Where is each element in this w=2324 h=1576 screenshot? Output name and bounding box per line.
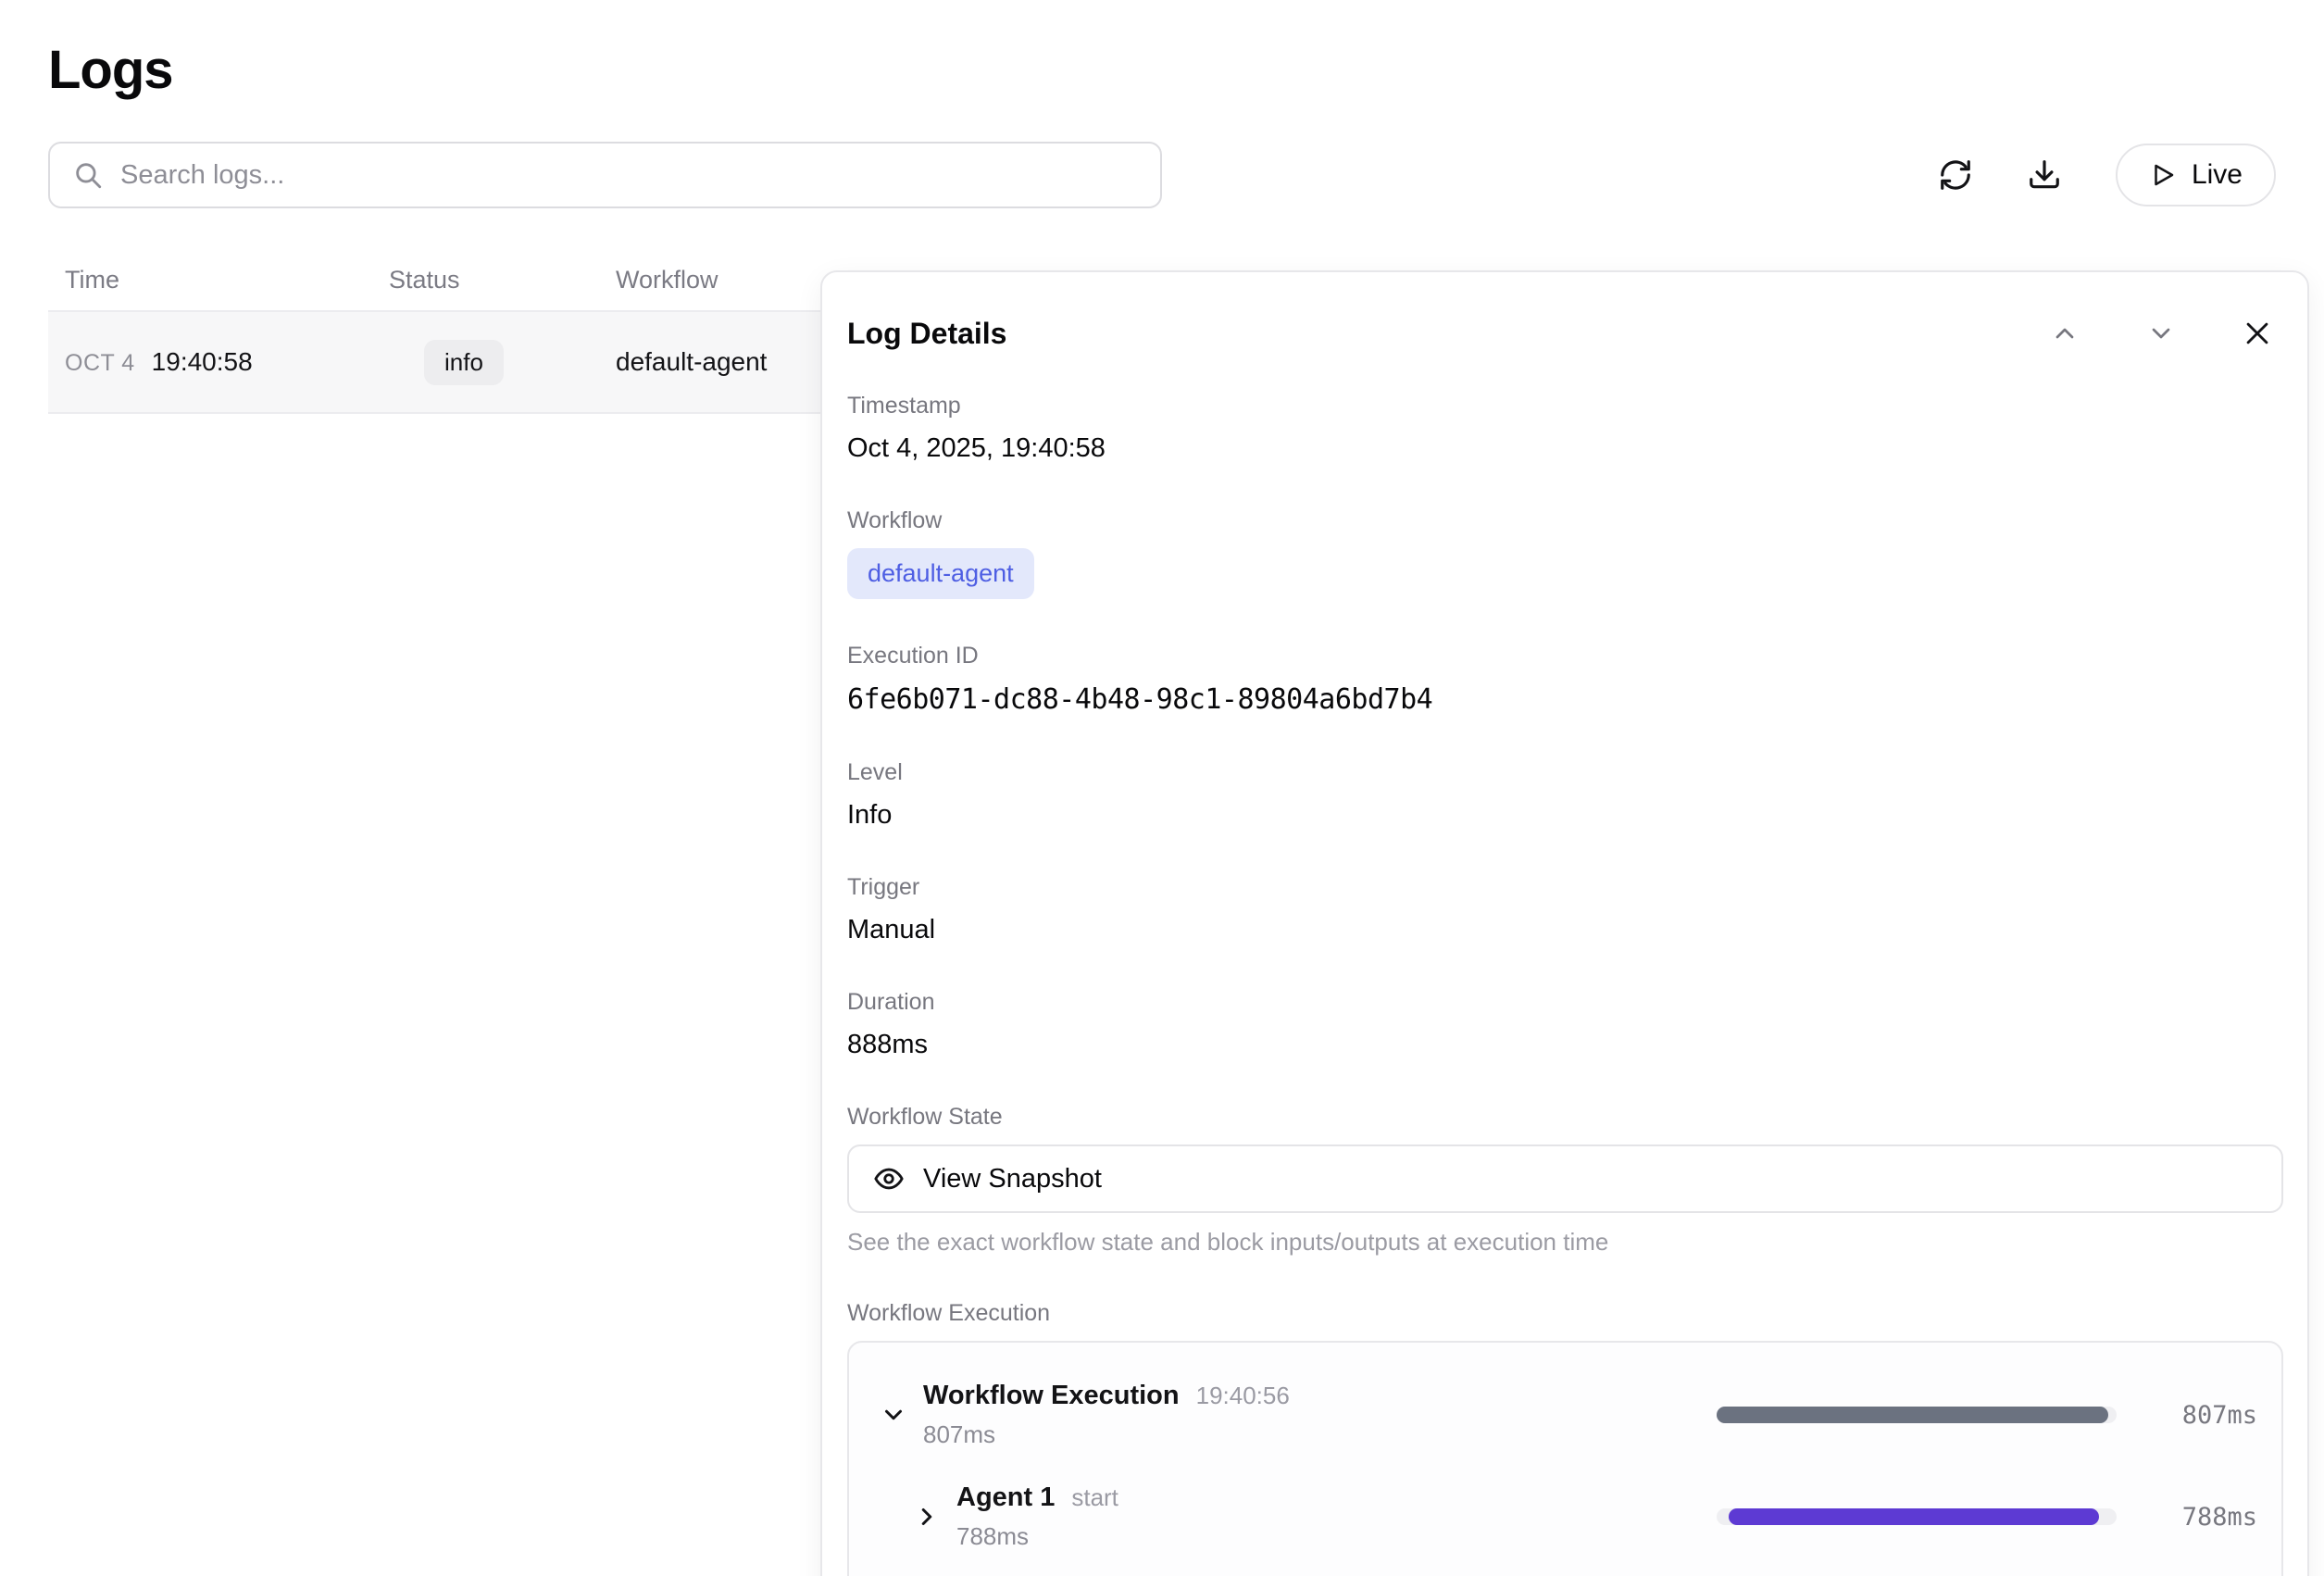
field-execution-id: Execution ID 6fe6b071-dc88-4b48-98c1-898…: [847, 643, 2283, 716]
field-label: Trigger: [847, 874, 2283, 901]
refresh-button[interactable]: [1925, 144, 1986, 206]
level-value: Info: [847, 800, 2283, 831]
close-icon: [2242, 318, 2273, 349]
execution-row-name: Workflow Execution: [923, 1381, 1180, 1411]
live-button-label: Live: [2192, 159, 2243, 191]
next-log-button[interactable]: [2135, 307, 2187, 359]
execution-row-name: Agent 1: [956, 1482, 1055, 1513]
field-label: Workflow: [847, 507, 2283, 534]
field-label: Workflow State: [847, 1104, 2283, 1131]
details-header-actions: [2039, 307, 2283, 359]
chevron-down-icon: [2146, 319, 2176, 348]
duration-value: 888ms: [847, 1030, 2283, 1060]
search-input[interactable]: [120, 160, 1138, 191]
execution-trace-box: Workflow Execution 19:40:56 807ms 807ms …: [847, 1341, 2283, 1576]
log-row-status-cell: info: [389, 340, 616, 385]
timeline-track: [1717, 1407, 2117, 1423]
status-badge: info: [424, 340, 504, 385]
field-workflow: Workflow default-agent: [847, 507, 2283, 599]
toolbar: Live: [48, 142, 2276, 208]
eye-icon: [873, 1163, 905, 1195]
collapse-chevron-down-icon[interactable]: [873, 1395, 914, 1435]
execution-row-info: Workflow Execution 19:40:56 807ms: [914, 1381, 1717, 1449]
timestamp-value: Oct 4, 2025, 19:40:58: [847, 433, 2283, 464]
workflow-state-help: See the exact workflow state and block i…: [847, 1228, 2283, 1257]
field-trigger: Trigger Manual: [847, 874, 2283, 945]
field-timestamp: Timestamp Oct 4, 2025, 19:40:58: [847, 393, 2283, 464]
execution-row-duration: 788ms: [956, 1522, 1717, 1551]
execution-row-workflow[interactable]: Workflow Execution 19:40:56 807ms 807ms: [873, 1370, 2257, 1459]
timeline-bar-workflow: [1717, 1407, 2108, 1423]
field-workflow-state: Workflow State View Snapshot See the exa…: [847, 1104, 2283, 1257]
workflow-badge[interactable]: default-agent: [847, 548, 1034, 599]
timeline-duration-label: 788ms: [2148, 1503, 2257, 1532]
timeline-duration-label: 807ms: [2148, 1401, 2257, 1430]
execution-row-info: Agent 1 start 788ms: [947, 1482, 1717, 1551]
field-duration: Duration 888ms: [847, 989, 2283, 1060]
expand-chevron-right-icon[interactable]: [906, 1496, 947, 1537]
search-icon: [72, 159, 104, 191]
download-button[interactable]: [2014, 144, 2075, 206]
log-row-time-cell: OCT 4 19:40:58: [65, 347, 389, 377]
page-title: Logs: [48, 39, 2276, 101]
details-header: Log Details: [847, 307, 2283, 359]
column-header-status: Status: [389, 266, 616, 294]
timeline-track: [1717, 1508, 2117, 1525]
workflow-execution-section: Workflow Execution Workflow Execution 19…: [847, 1300, 2283, 1576]
execution-row-tag: start: [1071, 1483, 1118, 1512]
field-level: Level Info: [847, 759, 2283, 831]
live-button[interactable]: Live: [2116, 144, 2276, 206]
execution-row-duration: 807ms: [923, 1420, 1717, 1449]
search-box[interactable]: [48, 142, 1162, 208]
close-button[interactable]: [2231, 307, 2283, 359]
field-label: Timestamp: [847, 393, 2283, 419]
section-label: Workflow Execution: [847, 1300, 2283, 1327]
toolbar-actions: Live: [1925, 144, 2276, 206]
execution-id-value: 6fe6b071-dc88-4b48-98c1-89804a6bd7b4: [847, 683, 2283, 716]
field-label: Execution ID: [847, 643, 2283, 669]
field-label: Level: [847, 759, 2283, 786]
details-title: Log Details: [847, 317, 1006, 351]
previous-log-button[interactable]: [2039, 307, 2091, 359]
refresh-icon: [1938, 157, 1973, 193]
field-label: Duration: [847, 989, 2283, 1016]
execution-row-time: 19:40:56: [1196, 1382, 1290, 1410]
log-row-time: 19:40:58: [152, 347, 253, 377]
trigger-value: Manual: [847, 915, 2283, 945]
view-snapshot-button[interactable]: View Snapshot: [847, 1144, 2283, 1213]
view-snapshot-label: View Snapshot: [923, 1164, 1102, 1195]
play-icon: [2149, 161, 2177, 189]
log-details-panel: Log Details Timestamp Oct 4, 2025, 19:40…: [820, 270, 2309, 1576]
column-header-time: Time: [65, 266, 389, 294]
execution-row-agent[interactable]: Agent 1 start 788ms 788ms: [873, 1472, 2257, 1561]
chevron-up-icon: [2050, 319, 2080, 348]
log-row-date: OCT 4: [65, 350, 135, 377]
download-icon: [2027, 157, 2062, 193]
timeline-bar-agent: [1729, 1508, 2099, 1525]
